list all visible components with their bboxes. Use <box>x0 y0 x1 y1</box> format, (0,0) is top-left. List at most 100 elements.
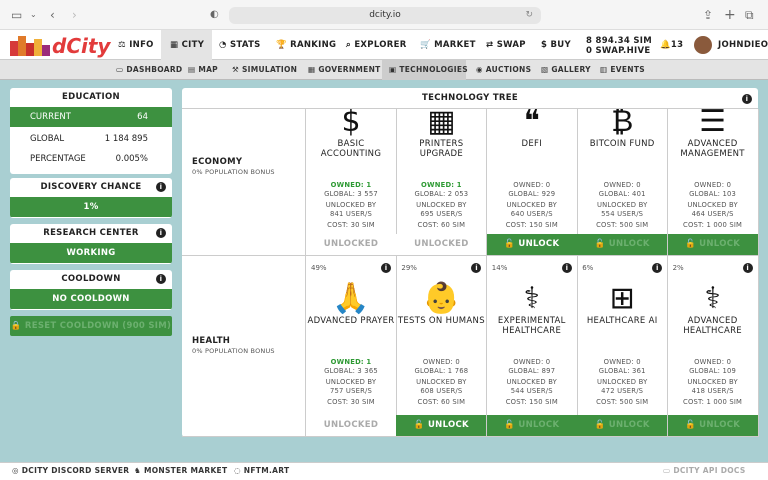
unlock-button: 🔓 UNLOCK <box>667 415 758 436</box>
tab-events[interactable]: ▥ EVENTS <box>600 60 645 80</box>
nav-buy-label: BUY <box>550 40 571 50</box>
nav-stats[interactable]: ◔ STATS <box>219 30 261 60</box>
tab-simulation[interactable]: ⚒ SIMULATION <box>232 60 297 80</box>
username[interactable]: JOHNDIEO <box>718 30 768 60</box>
monster-market-link[interactable]: ♞ MONSTER MARKET <box>134 462 227 480</box>
info-icon[interactable]: i <box>561 263 572 273</box>
technology-tree: TECHNOLOGY TREE i ECONOMY 0% POPULATION BO… <box>182 88 759 437</box>
api-docs-link[interactable]: ▭ DCITY API DOCS <box>663 462 746 480</box>
share-icon[interactable]: ⇪ <box>703 6 713 24</box>
unlocked-by-users: 464 USER/S <box>691 210 734 218</box>
nav-stats-label: STATS <box>229 40 261 50</box>
nav-buy[interactable]: $ BUY <box>541 30 571 60</box>
map-icon: ▤ <box>188 65 196 74</box>
info-icon[interactable]: i <box>381 263 391 273</box>
global-count: GLOBAL: 1 768 <box>414 367 469 375</box>
browser-toolbar: ▭ ⌄ ‹ › ◐ dcity.io ↻ ⇪ + ⧉ <box>0 0 768 30</box>
unlock-button: UNLOCKED <box>396 234 487 255</box>
discovery-title: DISCOVERY CHANCE i <box>10 178 172 197</box>
unlock-button-label: UNLOCK <box>518 420 560 430</box>
dcity-logo[interactable]: dCity <box>8 33 110 58</box>
new-tab-icon[interactable]: + <box>724 6 736 24</box>
info-icon[interactable]: i <box>742 263 753 273</box>
swap-icon: ⇄ <box>486 40 494 50</box>
unlock-button-label: UNLOCK <box>518 239 560 249</box>
tech-name: HEALTHCARE AI <box>586 316 658 326</box>
tab-government-label: GOVERNMENT <box>318 65 381 74</box>
info-icon[interactable]: i <box>742 94 752 104</box>
cooldown-status: NO COOLDOWN <box>10 289 172 309</box>
tabs-icon[interactable]: ⧉ <box>745 6 754 24</box>
info-icon[interactable]: i <box>156 274 166 284</box>
education-title: EDUCATION <box>62 92 120 102</box>
unlock-button-label: UNLOCK <box>608 420 650 430</box>
unlock-button[interactable]: 🔓 UNLOCK <box>396 415 487 436</box>
nav-ranking[interactable]: 🏆 RANKING <box>276 30 336 60</box>
reload-icon[interactable]: ↻ <box>525 7 533 24</box>
tab-dashboard[interactable]: ▭ DASHBOARD <box>116 60 182 80</box>
percentage-value: 0.005% <box>115 154 148 164</box>
calendar-icon: ▥ <box>600 65 608 74</box>
unlocked-by-label: UNLOCKED BY <box>596 201 648 209</box>
simulation-icon: ⚒ <box>232 65 240 74</box>
info-icon[interactable]: i <box>652 263 663 273</box>
scale-icon: ⚖ <box>118 40 126 50</box>
address-bar[interactable]: dcity.io ↻ <box>229 7 541 24</box>
tab-technologies[interactable]: ▣ TECHNOLOGIES <box>389 60 468 80</box>
reset-cooldown-button[interactable]: 🔒 RESET COOLDOWN (900 SIM) <box>10 316 172 336</box>
unlock-button: UNLOCKED <box>306 234 396 255</box>
forward-icon[interactable]: › <box>72 6 77 24</box>
tab-government[interactable]: ▦ GOVERNMENT <box>308 60 381 80</box>
info-icon[interactable]: i <box>156 182 166 192</box>
nav-info[interactable]: ⚖ INFO <box>118 30 154 60</box>
tech-name: TESTS ON HUMANS <box>397 316 485 326</box>
nav-city[interactable]: ▦ CITY <box>170 30 204 60</box>
nav-market[interactable]: 🛒 MARKET <box>420 30 476 60</box>
tech-name: ADVANCED MANAGEMENT <box>680 139 745 159</box>
education-current-row: CURRENT 64 <box>10 107 172 127</box>
nav-explorer[interactable]: ⌕ EXPLORER <box>346 30 407 60</box>
tech-name: BITCOIN FUND <box>589 139 655 149</box>
category-name: HEALTH <box>192 336 231 346</box>
tab-map[interactable]: ▤ MAP <box>188 60 218 80</box>
cooldown-panel: COOLDOWN i NO COOLDOWN <box>10 270 172 310</box>
unlocked-by-users: 841 USER/S <box>329 210 373 218</box>
global-count: GLOBAL: 3 365 <box>324 367 378 375</box>
tech-name: DEFI <box>521 139 543 149</box>
back-icon[interactable]: ‹ <box>50 6 55 24</box>
dashboard-icon: ▭ <box>116 65 124 74</box>
unlock-icon: 🔓 <box>685 420 696 430</box>
avatar[interactable] <box>694 36 712 54</box>
progress-percent: 29% <box>401 264 417 272</box>
discord-link[interactable]: ◎ DCITY DISCORD SERVER <box>12 462 129 480</box>
unlock-icon: 🔓 <box>504 239 516 249</box>
unlock-icon: 🔓 <box>594 239 606 249</box>
sidebar-toggle-icon[interactable]: ▭ <box>11 6 22 24</box>
info-icon[interactable]: i <box>156 228 166 238</box>
progress-percent: 14% <box>491 264 508 272</box>
global-count: GLOBAL: 3 557 <box>324 190 378 198</box>
tree-header: TECHNOLOGY TREE i <box>182 88 758 109</box>
nftm-link[interactable]: ◌ NFTM.ART <box>234 462 289 480</box>
api-icon: ▭ <box>663 466 671 475</box>
global-count: GLOBAL: 929 <box>508 190 556 198</box>
wallet-balance[interactable]: 8 894.34 SIM 0 SWAP.HIVE <box>586 36 652 56</box>
chevron-down-icon[interactable]: ⌄ <box>30 6 37 24</box>
balance-sim: 8 894.34 SIM <box>586 36 652 46</box>
tab-gallery-label: GALLERY <box>551 65 591 74</box>
info-icon[interactable]: i <box>471 263 482 273</box>
shield-icon[interactable]: ◐ <box>210 6 219 24</box>
owned-count: OWNED: 0 <box>513 181 551 189</box>
owned-count: OWNED: 1 <box>330 358 372 366</box>
unlock-button[interactable]: 🔓 UNLOCK <box>486 234 577 255</box>
tech-cost: COST: 500 SIM <box>596 398 649 406</box>
gallery-icon: ▧ <box>541 65 549 74</box>
tab-auctions[interactable]: ◉ AUCTIONS <box>476 60 531 80</box>
unlocked-by-users: 640 USER/S <box>510 210 553 218</box>
nav-swap[interactable]: ⇄ SWAP <box>486 30 526 60</box>
tech-card-advanced-healthcare: 2% i ⚕ ADVANCED HEALTHCARE OWNED: 0 GLOBAL: 1… <box>667 256 759 437</box>
nav-city-label: CITY <box>181 40 205 50</box>
tech-cost: COST: 30 SIM <box>327 398 375 406</box>
notifications-button[interactable]: 🔔13 <box>660 30 683 60</box>
tab-gallery[interactable]: ▧ GALLERY <box>541 60 591 80</box>
